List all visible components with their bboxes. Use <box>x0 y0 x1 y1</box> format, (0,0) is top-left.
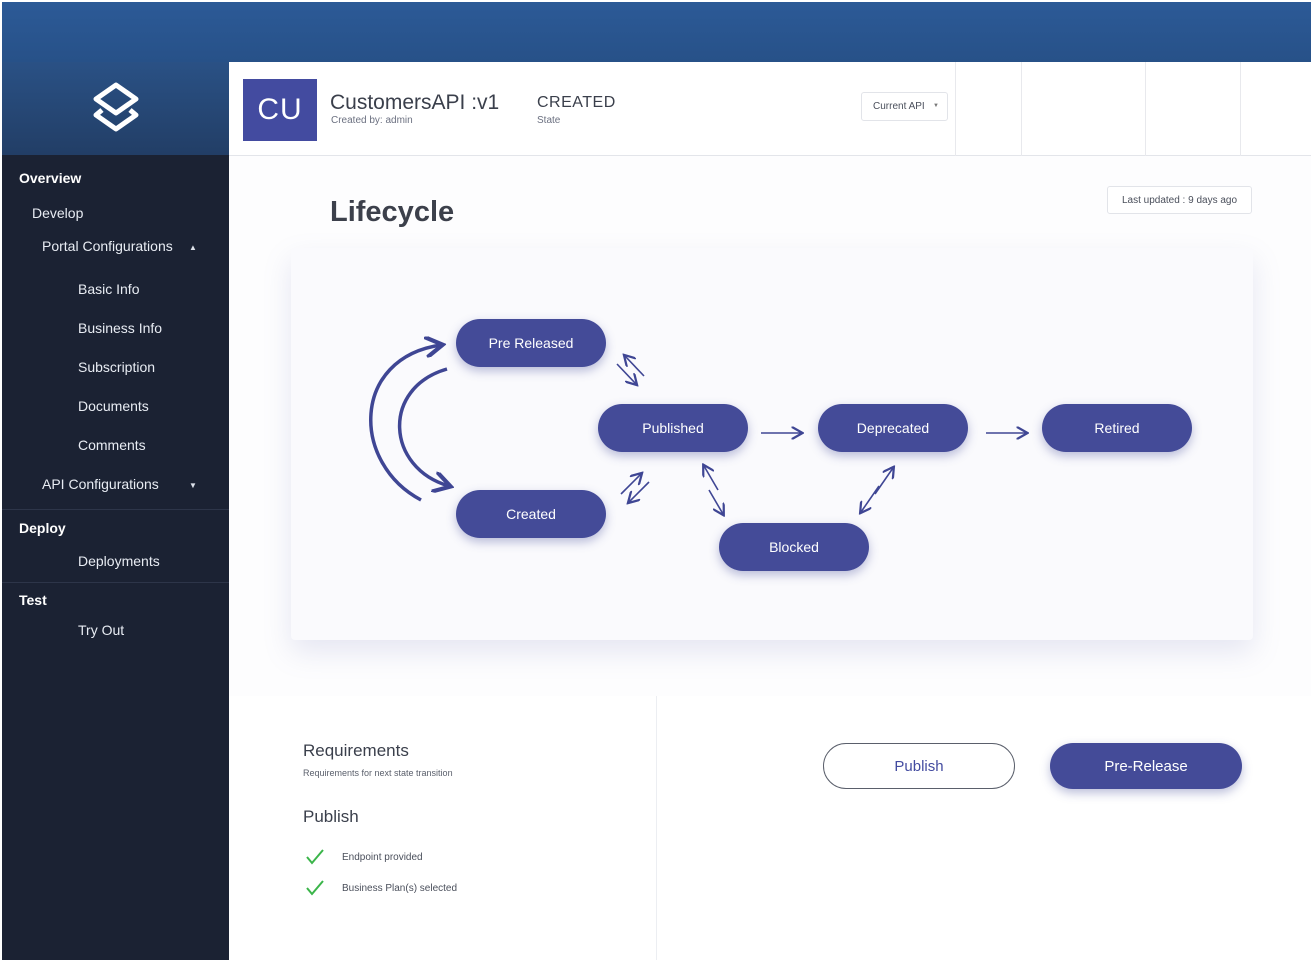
header-divider <box>1240 62 1241 156</box>
sidebar-item-test[interactable]: Test <box>19 592 47 608</box>
arrow-published-to-blocked <box>708 489 723 514</box>
requirement-item: Endpoint provided <box>306 849 423 865</box>
check-icon <box>306 880 324 896</box>
state-node-created[interactable]: Created <box>456 490 606 538</box>
sidebar-item-overview[interactable]: Overview <box>19 170 81 186</box>
top-bar <box>2 2 1311 62</box>
arrow-deprecated-to-blocked <box>861 485 880 512</box>
requirement-label: Business Plan(s) selected <box>342 882 458 894</box>
arrow-blocked-to-published <box>704 466 719 491</box>
arrow-created-to-published <box>620 474 641 495</box>
chevron-down-icon: ▼ <box>933 103 939 109</box>
sidebar-item-basic-info[interactable]: Basic Info <box>78 281 139 297</box>
requirement-label: Endpoint provided <box>342 851 423 863</box>
pre-release-button[interactable]: Pre-Release <box>1050 743 1242 789</box>
sidebar-item-deployments[interactable]: Deployments <box>78 553 160 569</box>
state-node-deprecated[interactable]: Deprecated <box>818 404 968 452</box>
main-content: Lifecycle Last updated : 9 days ago Pre … <box>229 156 1311 696</box>
requirements-section: Requirements Requirements for next state… <box>229 696 1311 960</box>
caret-up-icon[interactable]: ▲ <box>189 243 197 252</box>
sidebar-item-develop[interactable]: Develop <box>32 205 83 221</box>
requirements-panel: Requirements Requirements for next state… <box>291 696 657 960</box>
sidebar-item-comments[interactable]: Comments <box>78 437 146 453</box>
sidebar: Overview Develop Portal Configurations ▲… <box>2 62 229 960</box>
current-api-select-label: Current API <box>873 101 925 112</box>
sidebar-item-business-info[interactable]: Business Info <box>78 320 162 336</box>
header-divider <box>1021 62 1022 156</box>
arrow-pre-released-to-published <box>616 363 636 384</box>
api-state-label: State <box>537 115 561 126</box>
caret-down-icon[interactable]: ▼ <box>189 481 197 490</box>
state-node-blocked[interactable]: Blocked <box>719 523 869 571</box>
arrow-published-to-pre-released <box>625 356 645 377</box>
requirements-title: Requirements <box>303 741 409 760</box>
header-divider <box>955 62 956 156</box>
state-node-pre-released[interactable]: Pre Released <box>456 319 606 367</box>
state-node-published[interactable]: Published <box>598 404 748 452</box>
sidebar-item-deploy[interactable]: Deploy <box>19 520 66 536</box>
sidebar-item-api-configurations[interactable]: API Configurations <box>42 476 159 492</box>
current-api-select[interactable]: Current API ▼ <box>861 92 948 121</box>
app-logo[interactable] <box>2 62 229 155</box>
check-icon <box>306 849 324 865</box>
api-name: CustomersAPI :v1 <box>330 91 500 114</box>
requirements-section-title: Publish <box>303 807 359 826</box>
arrow-published-to-created <box>629 481 650 502</box>
api-state-value: CREATED <box>537 94 616 111</box>
requirements-subtitle: Requirements for next state transition <box>303 768 453 778</box>
api-header: CU CustomersAPI :v1 Created by: admin CR… <box>229 62 1311 156</box>
sidebar-item-documents[interactable]: Documents <box>78 398 149 414</box>
layers-logo-icon <box>93 82 138 131</box>
last-updated-badge: Last updated : 9 days ago <box>1107 186 1252 214</box>
arrow-pre-released-to-created <box>397 367 449 486</box>
arrow-blocked-to-deprecated <box>874 468 893 495</box>
publish-button[interactable]: Publish <box>823 743 1015 789</box>
header-divider <box>1145 62 1146 156</box>
api-created-by: Created by: admin <box>331 115 413 126</box>
sidebar-item-subscription[interactable]: Subscription <box>78 359 155 375</box>
page-title: Lifecycle <box>330 196 455 228</box>
state-node-retired[interactable]: Retired <box>1042 404 1192 452</box>
lifecycle-diagram: Pre Released Published Deprecated Retire… <box>291 248 1253 640</box>
sidebar-divider <box>2 509 229 510</box>
sidebar-item-portal-configurations[interactable]: Portal Configurations <box>42 238 173 254</box>
api-avatar: CU <box>243 79 317 141</box>
sidebar-divider <box>2 582 229 583</box>
sidebar-item-try-out[interactable]: Try Out <box>78 622 124 638</box>
requirement-item: Business Plan(s) selected <box>306 880 457 896</box>
